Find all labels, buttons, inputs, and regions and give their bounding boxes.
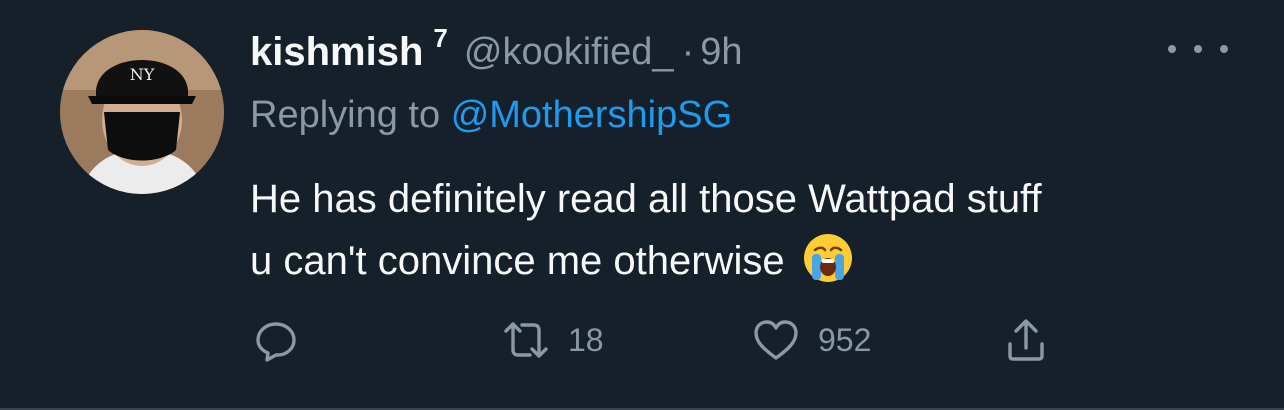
- crying-emoji: [803, 234, 852, 282]
- avatar-photo: NY: [60, 30, 224, 194]
- retweet-icon: [504, 322, 548, 358]
- tweet-text: He has definitely read all those Wattpad…: [250, 168, 1250, 292]
- replying-to: Replying to @MothershipSG: [250, 94, 732, 137]
- avatar[interactable]: NY: [60, 30, 224, 194]
- tweet-header: kishmish 7 @kookified_ · 9h: [250, 22, 743, 80]
- author-name[interactable]: kishmish: [250, 30, 423, 75]
- separator-dot: ·: [681, 30, 695, 73]
- retweet-button[interactable]: 18: [500, 312, 604, 368]
- tweet[interactable]: NY kishmish 7 @kookified_ · 9h Replying …: [0, 0, 1284, 410]
- author-superscript: 7: [433, 22, 448, 53]
- tweet-time[interactable]: 9h: [700, 31, 742, 74]
- like-count: 952: [818, 321, 872, 358]
- svg-text:NY: NY: [130, 65, 155, 84]
- tweet-text-line2: u can't convince me otherwise: [250, 239, 785, 283]
- author-handle[interactable]: @kookified_: [464, 31, 674, 74]
- reply-button[interactable]: [250, 312, 302, 368]
- like-icon: [754, 320, 798, 360]
- replying-prefix: Replying to: [250, 94, 441, 136]
- reply-mention-link[interactable]: @MothershipSG: [451, 94, 732, 136]
- share-button[interactable]: [1000, 312, 1052, 368]
- retweet-count: 18: [568, 321, 604, 358]
- like-button[interactable]: 952: [750, 312, 871, 368]
- share-icon: [1008, 319, 1044, 361]
- more-icon[interactable]: [1168, 34, 1228, 64]
- reply-icon: [256, 322, 296, 362]
- tweet-actions: 18 952: [250, 312, 1050, 368]
- tweet-text-line1: He has definitely read all those Wattpad…: [250, 177, 1042, 221]
